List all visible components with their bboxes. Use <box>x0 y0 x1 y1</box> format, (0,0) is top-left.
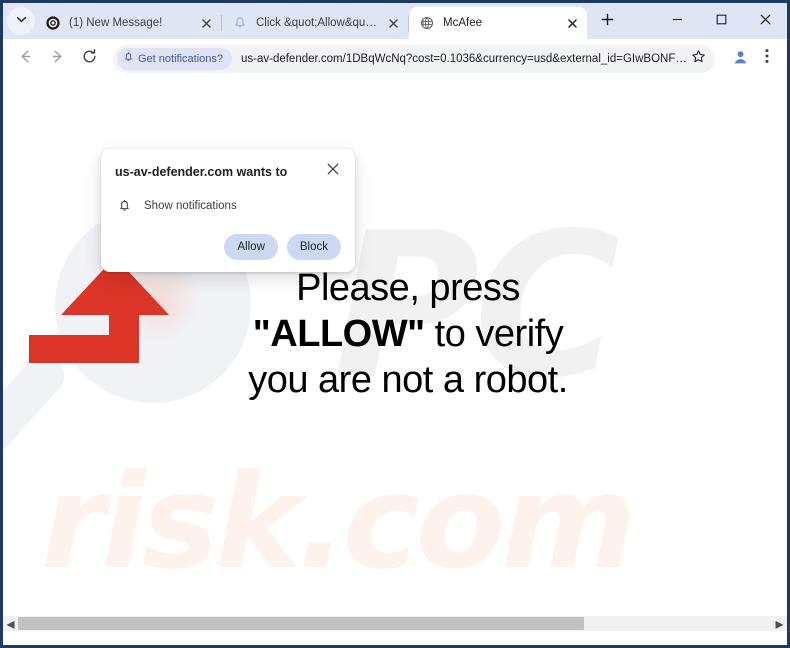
red-up-arrow-icon <box>23 255 203 395</box>
three-dot-menu-icon <box>765 48 769 69</box>
dark-circle-icon <box>45 15 61 31</box>
tab-mcafee[interactable]: McAfee <box>409 7 587 39</box>
tab-title: (1) New Message! <box>69 17 163 29</box>
profile-button[interactable] <box>727 46 753 72</box>
page-headline: Please, press "ALLOW" to verify you are … <box>203 265 613 403</box>
reload-button[interactable] <box>75 45 103 73</box>
chevron-down-icon <box>16 12 27 30</box>
reload-icon <box>81 48 98 70</box>
bell-icon <box>115 197 133 215</box>
permission-label: Show notifications <box>144 200 237 212</box>
headline-line-3: you are not a robot. <box>248 359 568 401</box>
scrollbar-track[interactable] <box>18 616 772 631</box>
headline-line-2: "ALLOW" to verify <box>203 311 613 357</box>
back-button[interactable] <box>11 45 39 73</box>
allow-button[interactable]: Allow <box>224 234 278 260</box>
arrow-left-icon <box>17 48 34 70</box>
browser-menu-button[interactable] <box>755 45 779 73</box>
horizontal-scrollbar[interactable]: ◂ ▸ <box>3 616 787 631</box>
tab-title: McAfee <box>443 17 482 29</box>
tab-search-button[interactable] <box>7 7 35 35</box>
tab-strip: (1) New Message! Click &quot;Allow&quot; <box>3 3 787 39</box>
close-icon <box>327 162 339 180</box>
close-window-button[interactable] <box>743 3 787 35</box>
bell-icon <box>123 51 138 66</box>
address-bar[interactable]: Get notifications? us-av-defender.com/1D… <box>113 44 715 73</box>
get-notifications-label: Get notifications? <box>138 52 223 65</box>
new-tab-button[interactable] <box>593 8 621 36</box>
permission-row: Show notifications <box>115 197 341 215</box>
block-button[interactable]: Block <box>286 234 341 260</box>
tab-new-message[interactable]: (1) New Message! <box>35 7 221 39</box>
tab-click-allow[interactable]: Click &quot;Allow&quot; <box>222 7 408 39</box>
headline-allow: "ALLOW" <box>252 313 425 355</box>
plus-icon <box>601 13 614 31</box>
maximize-button[interactable] <box>699 3 743 35</box>
popup-header: us-av-defender.com wants to <box>115 163 341 180</box>
bookmark-button[interactable] <box>687 48 709 70</box>
avatar-icon <box>731 47 750 71</box>
tab-title: Click &quot;Allow&quot; <box>256 17 378 29</box>
page-viewport: PC risk.com Please, press "ALLOW" to ver… <box>3 79 787 631</box>
tab-close-button[interactable] <box>384 14 402 32</box>
forward-button[interactable] <box>43 45 71 73</box>
tab-close-button[interactable] <box>197 14 215 32</box>
scroll-right-arrow[interactable]: ▸ <box>772 616 787 632</box>
watermark-risk: risk.com <box>41 446 637 598</box>
browser-window: (1) New Message! Click &quot;Allow&quot; <box>0 0 790 648</box>
url-text: us-av-defender.com/1DBqWcNq?cost=0.1036&… <box>241 52 687 65</box>
scrollbar-thumb[interactable] <box>18 617 584 630</box>
get-notifications-chip[interactable]: Get notifications? <box>117 47 232 70</box>
notification-permission-popup: us-av-defender.com wants to Show notific… <box>101 149 355 272</box>
popup-title: us-av-defender.com wants to <box>115 165 288 179</box>
globe-icon <box>419 15 435 31</box>
browser-toolbar: Get notifications? us-av-defender.com/1D… <box>3 39 787 79</box>
arrow-right-icon <box>49 48 66 70</box>
tab-close-button[interactable] <box>563 14 581 32</box>
minimize-button[interactable] <box>655 3 699 35</box>
star-icon <box>691 49 706 69</box>
bell-outline-icon <box>232 15 248 31</box>
headline-line-2-rest: to verify <box>424 313 564 355</box>
popup-close-button[interactable] <box>325 163 341 179</box>
popup-actions: Allow Block <box>115 234 341 260</box>
scroll-left-arrow[interactable]: ◂ <box>3 616 18 632</box>
window-controls <box>655 3 787 39</box>
